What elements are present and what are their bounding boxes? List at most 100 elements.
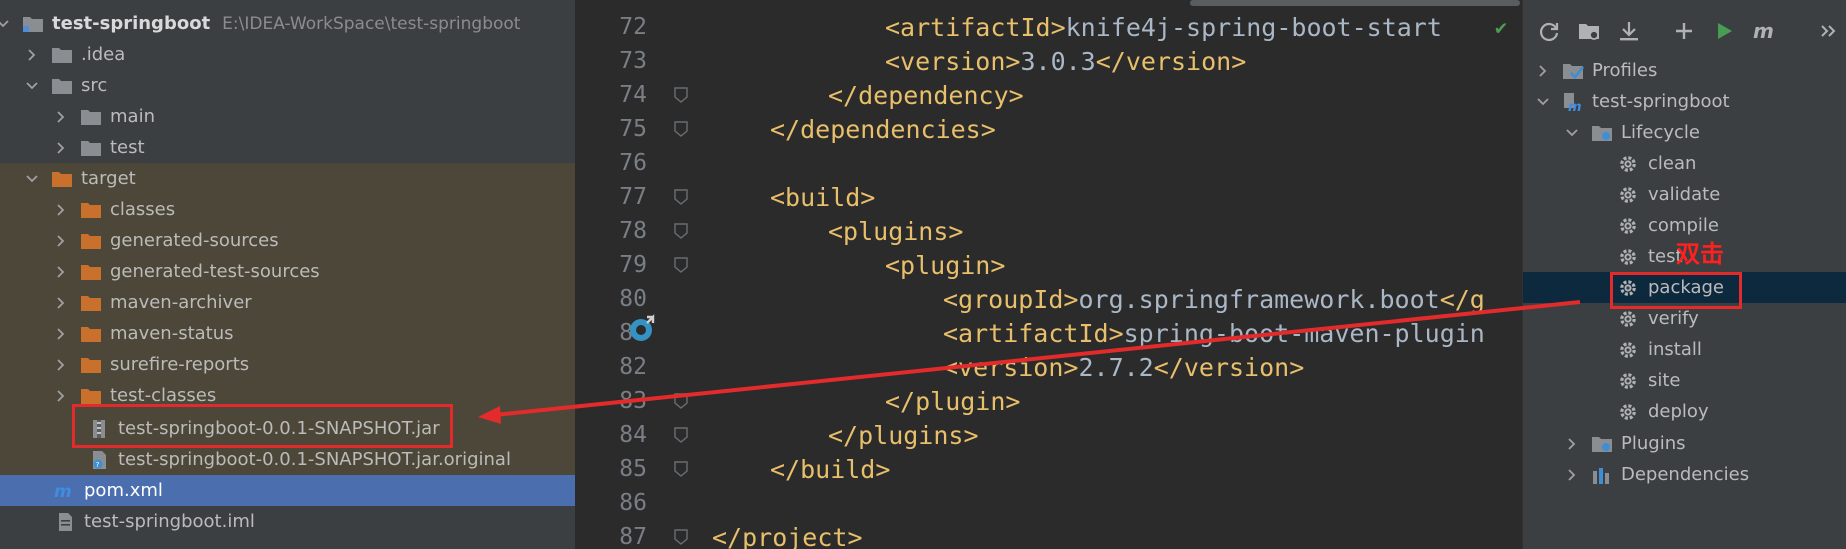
maven-profiles[interactable]: Profiles <box>1523 55 1846 86</box>
lifecycle-phase-clean[interactable]: clean <box>1523 148 1846 179</box>
line-number: 83 <box>619 388 647 414</box>
more-icon[interactable] <box>1815 18 1841 44</box>
code-line[interactable]: 77 <build> <box>575 180 1522 214</box>
tree-item-surefire-reports[interactable]: surefire-reports <box>0 349 575 380</box>
excluded-folder-icon <box>80 386 102 406</box>
fold-marker-icon[interactable] <box>674 189 688 205</box>
chevron-right-icon[interactable] <box>54 234 68 248</box>
code-line[interactable]: 75 </dependencies> <box>575 112 1522 146</box>
tree-item-maven-archiver[interactable]: maven-archiver <box>0 287 575 318</box>
tree-item-src[interactable]: src <box>0 70 575 101</box>
iml-file-icon <box>54 512 76 532</box>
code-text: </project> <box>712 523 863 549</box>
fold-marker-icon[interactable] <box>674 87 688 103</box>
fold-marker-icon[interactable] <box>674 461 688 477</box>
lifecycle-phase-site[interactable]: site <box>1523 365 1846 396</box>
code-line[interactable]: 80 <groupId>org.springframework.boot</g <box>575 282 1522 316</box>
code-line[interactable]: 79 <plugin> <box>575 248 1522 282</box>
chevron-right-icon[interactable] <box>1565 468 1579 482</box>
tree-item-target[interactable]: target <box>0 163 575 194</box>
line-number: 74 <box>619 82 647 108</box>
fold-marker-icon[interactable] <box>674 529 688 545</box>
chevron-down-icon[interactable] <box>25 172 39 186</box>
code-line[interactable]: 85 </build> <box>575 452 1522 486</box>
tree-item-maven-status[interactable]: maven-status <box>0 318 575 349</box>
code-text: <plugin> <box>885 251 1005 280</box>
chevron-right-icon[interactable] <box>54 265 68 279</box>
folder-icon <box>51 45 73 65</box>
chevron-down-icon[interactable] <box>1536 95 1550 109</box>
code-line[interactable]: 72 <artifactId>knife4j-spring-boot-start ✔ <box>575 10 1522 44</box>
chevron-right-icon[interactable] <box>54 203 68 217</box>
code-line[interactable]: 82 <version>2.7.2</version> <box>575 350 1522 384</box>
code-line[interactable]: 76 <box>575 146 1522 180</box>
code-line[interactable]: 83 </plugin> <box>575 384 1522 418</box>
code-line[interactable]: 74 </dependency> <box>575 78 1522 112</box>
excluded-folder-icon <box>80 231 102 251</box>
tree-item-label: src <box>81 75 108 96</box>
chevron-down-icon[interactable] <box>25 79 39 93</box>
fold-marker-icon[interactable] <box>674 223 688 239</box>
tree-item-generated-sources[interactable]: generated-sources <box>0 225 575 256</box>
run-icon[interactable] <box>1711 18 1737 44</box>
maven-plugins[interactable]: Plugins <box>1523 428 1846 459</box>
reload-icon[interactable] <box>1536 18 1562 44</box>
tree-item-classes[interactable]: classes <box>0 194 575 225</box>
fold-marker-icon[interactable] <box>674 393 688 409</box>
tree-item-test[interactable]: test <box>0 132 575 163</box>
tree-item-label: .idea <box>81 44 126 65</box>
fold-marker-icon[interactable] <box>674 427 688 443</box>
chevron-right-icon[interactable] <box>54 358 68 372</box>
tree-item-idea[interactable]: .idea <box>0 39 575 70</box>
chevron-right-icon[interactable] <box>54 389 68 403</box>
reload-folder-icon[interactable] <box>1576 18 1602 44</box>
code-line[interactable]: 81<artifactId>spring-boot-maven-plugin <box>575 316 1522 350</box>
chevron-right-icon[interactable] <box>54 327 68 341</box>
code-text: <version>2.7.2</version> <box>943 353 1304 382</box>
tree-item-jar-original[interactable]: ? test-springboot-0.0.1-SNAPSHOT.jar.ori… <box>0 444 575 475</box>
tree-item-label: surefire-reports <box>110 354 250 375</box>
chevron-right-icon[interactable] <box>25 48 39 62</box>
tree-item-pom[interactable]: m pom.xml <box>0 475 575 506</box>
maven-project[interactable]: m test-springboot <box>1523 86 1846 117</box>
chevron-right-icon[interactable] <box>54 141 68 155</box>
xml-text: 3.0.3 <box>1020 46 1096 76</box>
chevron-right-icon[interactable] <box>1565 437 1579 451</box>
maven-dependencies[interactable]: Dependencies <box>1523 459 1846 490</box>
xml-tag: <plugin> <box>885 250 1006 280</box>
maven-lifecycle[interactable]: Lifecycle <box>1523 117 1846 148</box>
add-icon[interactable] <box>1671 18 1697 44</box>
code-line[interactable]: 86 <box>575 486 1522 520</box>
code-editor[interactable]: 72 <artifactId>knife4j-spring-boot-start ✔… <box>575 0 1522 549</box>
code-line[interactable]: 84 </plugins> <box>575 418 1522 452</box>
lifecycle-phase-validate[interactable]: validate <box>1523 179 1846 210</box>
code-text: </dependencies> <box>770 115 996 144</box>
root-project-name: test-springboot <box>52 13 211 34</box>
lifecycle-phase-install[interactable]: install <box>1523 334 1846 365</box>
download-icon[interactable] <box>1616 18 1642 44</box>
gear-icon <box>1618 371 1638 391</box>
code-line[interactable]: 78 <plugins> <box>575 214 1522 248</box>
fold-marker-icon[interactable] <box>674 121 688 137</box>
svg-text:?: ? <box>96 461 100 469</box>
excluded-folder-icon <box>80 355 102 375</box>
tree-item-generated-test-sources[interactable]: generated-test-sources <box>0 256 575 287</box>
chevron-down-icon[interactable] <box>1565 126 1579 140</box>
chevron-right-icon[interactable] <box>1536 64 1550 78</box>
excluded-folder-icon <box>80 200 102 220</box>
tree-item-main[interactable]: main <box>0 101 575 132</box>
tree-item-root[interactable]: test-springboot E:\IDEA-WorkSpace\test-s… <box>0 8 571 39</box>
maven-run-gutter-icon[interactable] <box>627 313 659 345</box>
tree-item-label: generated-test-sources <box>110 261 320 282</box>
chevron-down-icon[interactable] <box>0 17 10 31</box>
chevron-right-icon[interactable] <box>54 110 68 124</box>
code-line[interactable]: 87 </project> <box>575 520 1522 549</box>
tree-item-label: generated-sources <box>110 230 279 251</box>
lifecycle-phase-deploy[interactable]: deploy <box>1523 396 1846 427</box>
execute-maven-goal-icon[interactable]: m <box>1751 18 1777 44</box>
chevron-right-icon[interactable] <box>54 296 68 310</box>
horizontal-scrollbar[interactable] <box>1190 0 1520 6</box>
code-line[interactable]: 73 <version>3.0.3</version> <box>575 44 1522 78</box>
fold-marker-icon[interactable] <box>674 257 688 273</box>
tree-item-iml[interactable]: test-springboot.iml <box>0 506 575 537</box>
